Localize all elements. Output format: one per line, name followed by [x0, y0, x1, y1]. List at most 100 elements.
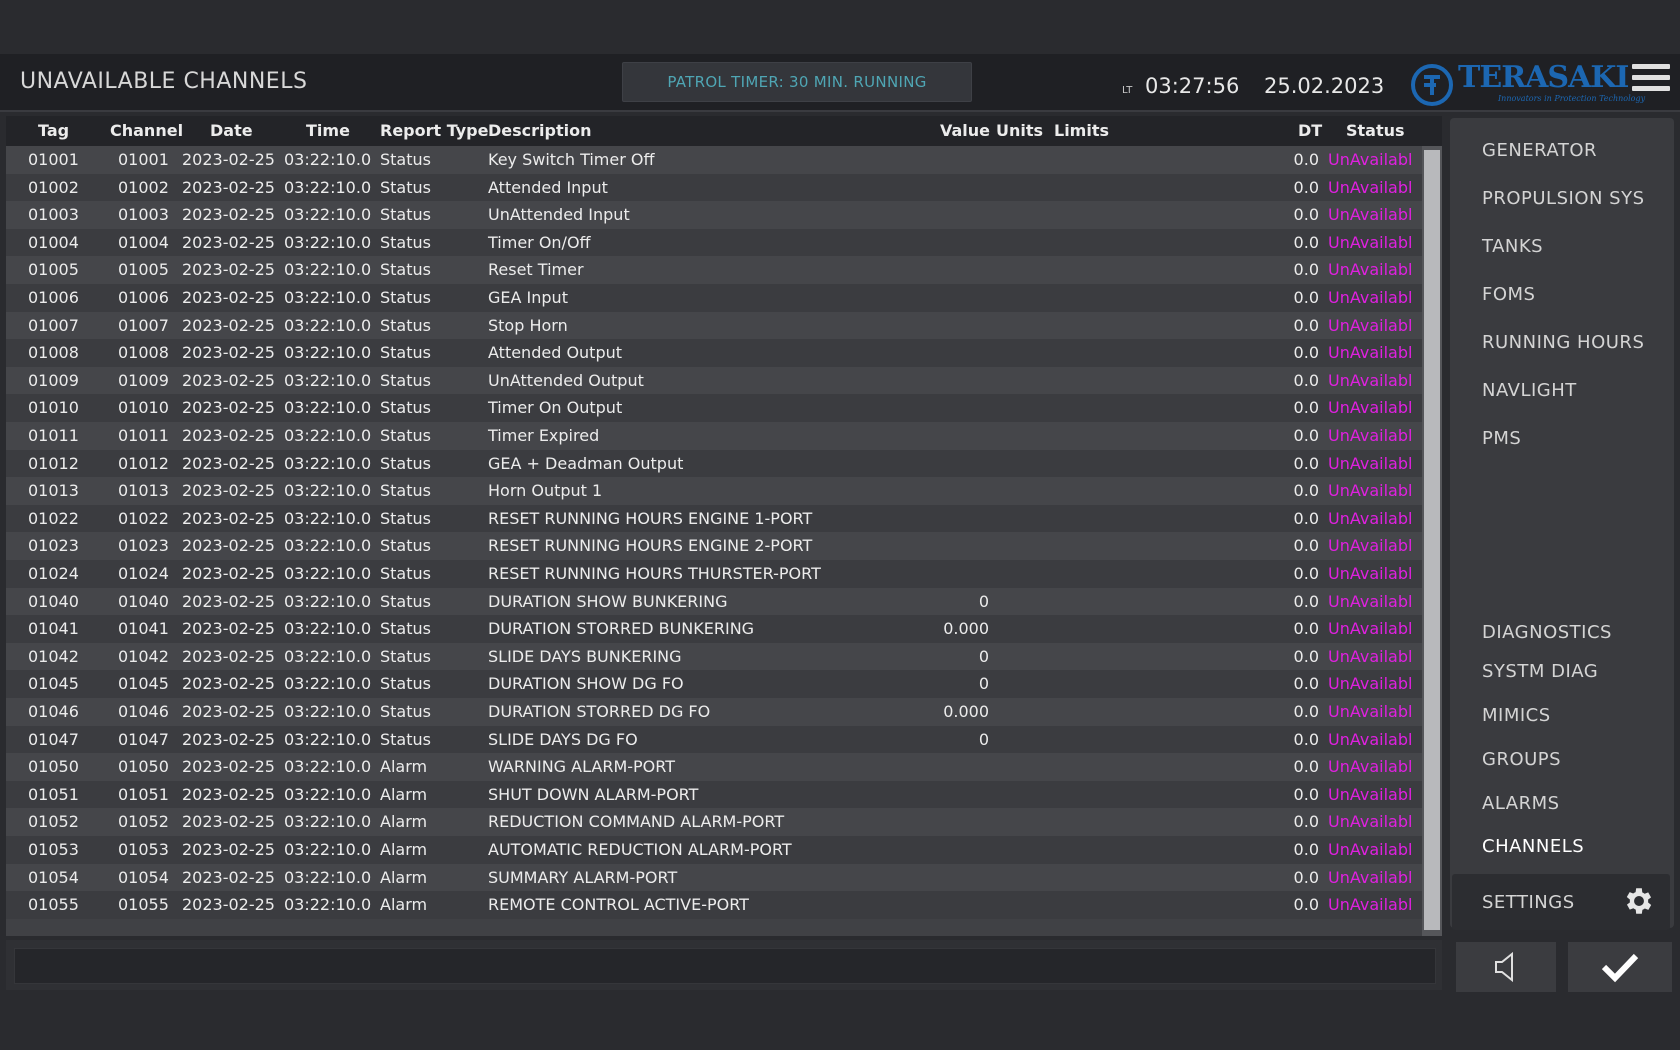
- table-row[interactable]: 01054 01054 2023-02-25 03:22:10.0 Alarm SUMMA…: [6, 863, 1422, 892]
- table-row[interactable]: 01050 01050 2023-02-25 03:22:10.0 Alarm WARNI…: [6, 753, 1422, 781]
- cell-status: UnAvailabl: [1328, 564, 1413, 583]
- table-row[interactable]: 01046 01046 2023-02-25 03:22:10.0 Status DURA…: [6, 698, 1422, 726]
- cell-status: UnAvailabl: [1328, 895, 1413, 915]
- table-row[interactable]: 01005 01005 2023-02-25 03:22:10.0 Status Rese…: [6, 256, 1422, 284]
- cell-status: UnAvailabl: [1328, 398, 1413, 418]
- table-row[interactable]: 01053 01053 2023-02-25 03:22:10.0 Alarm AUTOM…: [6, 836, 1422, 864]
- cell-date: 2023-02-25: [182, 232, 275, 252]
- cell-tag: 01053: [28, 840, 79, 859]
- table-row[interactable]: 01022 01022 2023-02-25 03:22:10.0 Status RESE…: [6, 504, 1422, 533]
- table-row[interactable]: 01013 01013 2023-02-25 03:22:10.0 Status Horn…: [6, 477, 1422, 505]
- table-row[interactable]: 01023 01023 2023-02-25 03:22:10.0 Status RESE…: [6, 532, 1422, 560]
- sidebar-item-tanks[interactable]: TANKS: [1482, 236, 1543, 257]
- sidebar-item-groups[interactable]: GROUPS: [1482, 749, 1561, 770]
- cell-time: 03:22:10.0: [284, 646, 372, 666]
- col-header-channel[interactable]: Channel: [110, 121, 183, 140]
- sidebar-item-diagnostics[interactable]: DIAGNOSTICS: [1482, 622, 1612, 643]
- col-header-units[interactable]: Units: [996, 121, 1043, 140]
- cell-status: UnAvailabl: [1328, 757, 1413, 777]
- table-row[interactable]: 01040 01040 2023-02-25 03:22:10.0 Status DURA…: [6, 587, 1422, 616]
- cell-report-type: Status: [380, 564, 431, 583]
- table-row[interactable]: 01009 01009 2023-02-25 03:22:10.0 Status UnAt…: [6, 366, 1422, 395]
- cell-description: AUTOMATIC REDUCTION ALARM-PORT: [488, 840, 792, 859]
- table-row[interactable]: 01041 01041 2023-02-25 03:22:10.0 Status DURA…: [6, 615, 1422, 643]
- table-row[interactable]: 01011 01011 2023-02-25 03:22:10.0 Status Time…: [6, 422, 1422, 450]
- cell-dt: 0.0: [1293, 453, 1319, 473]
- sidebar-item-navlight[interactable]: NAVLIGHT: [1482, 380, 1577, 401]
- patrol-timer-button[interactable]: PATROL TIMER: 30 MIN. RUNNING: [622, 62, 972, 102]
- table-row[interactable]: 01045 01045 2023-02-25 03:22:10.0 Status DURA…: [6, 670, 1422, 698]
- sidebar-item-mimics[interactable]: MIMICS: [1482, 705, 1551, 726]
- scrollbar-thumb[interactable]: [1424, 150, 1440, 930]
- vertical-scrollbar[interactable]: [1422, 146, 1442, 936]
- cell-description: UnAttended Output: [488, 370, 644, 390]
- col-header-tag[interactable]: Tag: [38, 121, 69, 140]
- table-row[interactable]: 01007 01007 2023-02-25 03:22:10.0 Status Stop…: [6, 311, 1422, 340]
- cell-dt: 0.0: [1293, 536, 1319, 556]
- table-row[interactable]: 01004 01004 2023-02-25 03:22:10.0 Status Time…: [6, 228, 1422, 257]
- cell-tag: 01010: [28, 398, 79, 418]
- cell-description: SLIDE DAYS DG FO: [488, 729, 638, 749]
- table-row[interactable]: 01052 01052 2023-02-25 03:22:10.0 Alarm REDUC…: [6, 808, 1422, 836]
- cell-dt: 0.0: [1293, 812, 1319, 832]
- col-header-time[interactable]: Time: [306, 121, 350, 140]
- cell-dt: 0.0: [1293, 177, 1319, 197]
- footer-bar: [6, 940, 1442, 990]
- sidebar-item-foms[interactable]: FOMS: [1482, 284, 1535, 305]
- cell-report-type: Status: [380, 205, 431, 225]
- table-row[interactable]: 01003 01003 2023-02-25 03:22:10.0 Status UnAt…: [6, 201, 1422, 229]
- table-row[interactable]: 01024 01024 2023-02-25 03:22:10.0 Status RESE…: [6, 560, 1422, 588]
- table-row[interactable]: 01008 01008 2023-02-25 03:22:10.0 Status Atte…: [6, 339, 1422, 367]
- message-input[interactable]: [14, 948, 1436, 984]
- cell-value: 0: [978, 591, 989, 611]
- table-row[interactable]: 01006 01006 2023-02-25 03:22:10.0 Status GEA …: [6, 284, 1422, 312]
- cell-status: UnAvailabl: [1328, 840, 1413, 859]
- table-row[interactable]: 01001 01001 2023-02-25 03:22:10.0 Status Key …: [6, 146, 1422, 174]
- sidebar-item-systm-diag[interactable]: SYSTM DIAG: [1482, 661, 1598, 682]
- col-header-value[interactable]: Value: [940, 121, 990, 140]
- cell-report-type: Status: [380, 481, 431, 501]
- sidebar-item-alarms[interactable]: ALARMS: [1482, 793, 1560, 814]
- cell-dt: 0.0: [1293, 702, 1319, 721]
- cell-dt: 0.0: [1293, 260, 1319, 280]
- table-row[interactable]: 01002 01002 2023-02-25 03:22:10.0 Status Atte…: [6, 173, 1422, 202]
- sidebar-item-running-hours[interactable]: RUNNING HOURS: [1482, 332, 1644, 353]
- table-row[interactable]: 01012 01012 2023-02-25 03:22:10.0 Status GEA …: [6, 449, 1422, 478]
- mute-sound-button[interactable]: [1456, 942, 1556, 992]
- cell-report-type: Status: [380, 702, 431, 721]
- table-row[interactable]: 01042 01042 2023-02-25 03:22:10.0 Status SLID…: [6, 642, 1422, 671]
- cell-status: UnAvailabl: [1328, 508, 1413, 528]
- table-row[interactable]: 01047 01047 2023-02-25 03:22:10.0 Status SLID…: [6, 725, 1422, 754]
- cell-tag: 01054: [28, 867, 79, 887]
- sidebar-item-generator[interactable]: GENERATOR: [1482, 140, 1597, 161]
- cell-description: Attended Output: [488, 343, 623, 363]
- cell-tag: 01042: [28, 646, 79, 666]
- cell-date: 2023-02-25: [182, 260, 275, 280]
- cell-channel: 01005: [118, 260, 169, 280]
- cell-report-type: Status: [380, 315, 431, 335]
- cell-report-type: Status: [380, 343, 431, 363]
- table-row[interactable]: 01051 01051 2023-02-25 03:22:10.0 Alarm SHUT …: [6, 780, 1422, 809]
- cell-date: 2023-02-25: [182, 398, 275, 418]
- cell-status: UnAvailabl: [1328, 315, 1413, 335]
- cell-time: 03:22:10.0: [284, 288, 372, 307]
- table-row[interactable]: 01055 01055 2023-02-25 03:22:10.0 Alarm REMOT…: [6, 891, 1422, 919]
- sidebar-item-pms[interactable]: PMS: [1482, 428, 1521, 449]
- col-header-date[interactable]: Date: [210, 121, 253, 140]
- hamburger-icon[interactable]: [1632, 64, 1670, 100]
- cell-status: UnAvailabl: [1328, 481, 1413, 501]
- settings-button[interactable]: SETTINGS: [1452, 874, 1670, 930]
- cell-dt: 0.0: [1293, 840, 1319, 859]
- col-header-report-type[interactable]: Report Type: [380, 121, 488, 140]
- acknowledge-button[interactable]: [1568, 942, 1672, 992]
- cell-report-type: Status: [380, 674, 431, 694]
- sidebar-item-propulsion-sys[interactable]: PROPULSION SYS: [1482, 188, 1645, 209]
- cell-status: UnAvailabl: [1328, 674, 1413, 694]
- col-header-status[interactable]: Status: [1346, 121, 1405, 140]
- table-row[interactable]: 01010 01010 2023-02-25 03:22:10.0 Status Time…: [6, 394, 1422, 422]
- cell-report-type: Status: [380, 536, 431, 556]
- col-header-description[interactable]: Description: [488, 121, 591, 140]
- sidebar-item-channels[interactable]: CHANNELS: [1482, 836, 1584, 857]
- col-header-limits[interactable]: Limits: [1054, 121, 1109, 140]
- col-header-dt[interactable]: DT: [1298, 121, 1322, 140]
